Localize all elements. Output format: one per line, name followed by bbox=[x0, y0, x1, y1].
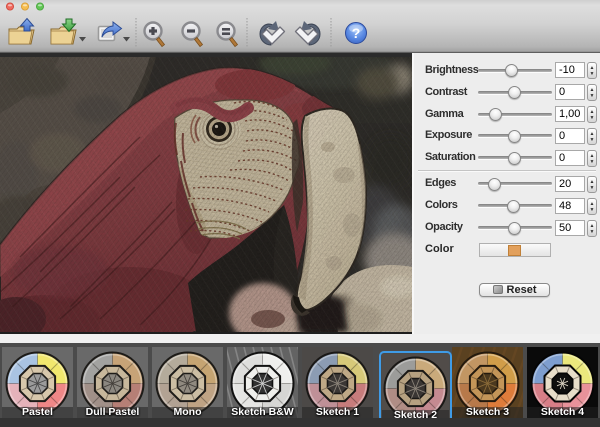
svg-text:?: ? bbox=[352, 25, 361, 41]
